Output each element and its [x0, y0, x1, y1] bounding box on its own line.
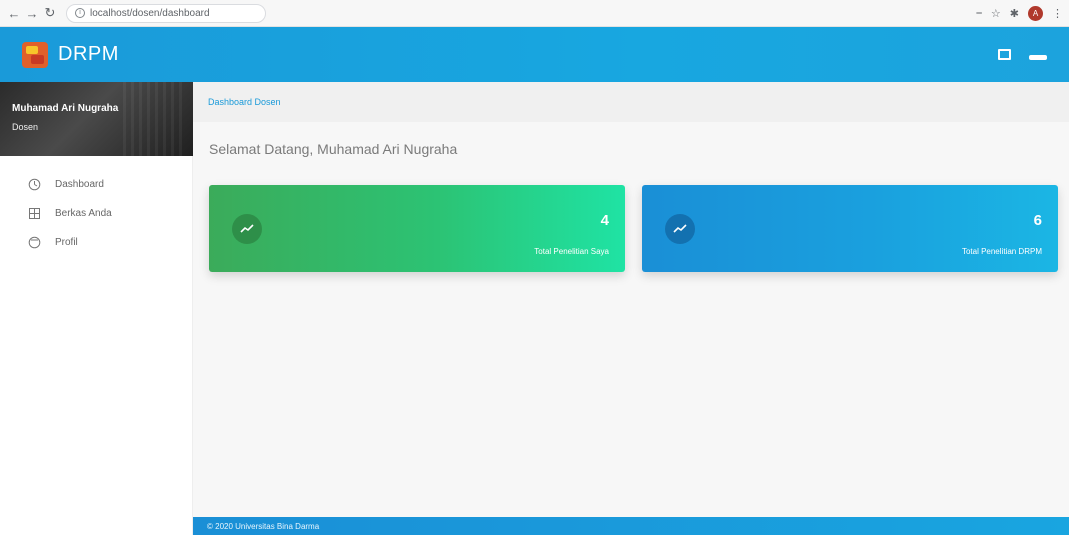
trending-icon	[232, 214, 262, 244]
stat-label: Total Penelitian DRPM	[961, 247, 1042, 256]
star-icon[interactable]: ☆	[991, 7, 1001, 20]
user-name: Muhamad Ari Nugraha	[12, 103, 119, 114]
breadcrumb-bar: Dashboard Dosen	[193, 82, 1069, 122]
stat-cards: 4 Total Penelitian Saya 6 Total Peneliti…	[209, 185, 1058, 272]
dashboard-icon	[27, 178, 41, 192]
sidebar-item-profil[interactable]: Profil	[0, 228, 192, 257]
stat-card-penelitian-drpm[interactable]: 6 Total Penelitian DRPM	[642, 185, 1058, 272]
sidebar-item-label: Berkas Anda	[55, 208, 112, 219]
address-bar[interactable]: i localhost/dosen/dashboard	[66, 3, 266, 23]
logo-icon	[22, 41, 48, 68]
main-content: Dashboard Dosen Selamat Datang, Muhamad …	[193, 82, 1069, 517]
breadcrumb[interactable]: Dashboard Dosen	[208, 97, 281, 107]
user-role: Dosen	[12, 122, 39, 132]
brand-title[interactable]: DRPM	[58, 43, 119, 66]
copyright-text: © 2020 Universitas Bina Darma	[207, 521, 320, 531]
trending-icon	[665, 214, 695, 244]
extension-icon[interactable]: ✱	[1010, 7, 1019, 20]
sidebar: Muhamad Ari Nugraha Dosen Dashboard Berk…	[0, 82, 193, 535]
key-icon[interactable]: ⎯	[976, 7, 982, 20]
profile-avatar[interactable]: A	[1028, 5, 1043, 21]
header-actions	[998, 49, 1047, 60]
stat-label: Total Penelitian Saya	[534, 247, 609, 256]
more-vert-icon[interactable]: ⋮	[1052, 7, 1063, 20]
stat-value: 4	[600, 212, 609, 229]
stat-value: 6	[1033, 212, 1042, 229]
address-bar-url: localhost/dosen/dashboard	[90, 7, 210, 19]
sidebar-item-label: Dashboard	[55, 179, 104, 190]
app-header: DRPM	[0, 27, 1069, 82]
sidebar-item-dashboard[interactable]: Dashboard	[0, 170, 192, 199]
info-icon[interactable]: i	[75, 8, 85, 18]
browser-toolbar: ← → ↻ i localhost/dosen/dashboard ⎯ ☆ ✱ …	[0, 0, 1069, 27]
footer: © 2020 Universitas Bina Darma	[193, 517, 1069, 535]
grid-icon	[27, 207, 41, 221]
sidebar-item-berkas-anda[interactable]: Berkas Anda	[0, 199, 192, 228]
sidebar-item-label: Profil	[55, 237, 78, 248]
sidebar-menu: Dashboard Berkas Anda Profil	[0, 156, 192, 257]
stat-card-penelitian-saya[interactable]: 4 Total Penelitian Saya	[209, 185, 625, 272]
back-icon[interactable]: ←	[6, 5, 22, 21]
browser-actions: ⎯ ☆ ✱ A ⋮	[976, 5, 1063, 21]
reload-icon[interactable]: ↻	[42, 5, 58, 21]
forward-icon[interactable]: →	[24, 5, 40, 21]
user-panel: Muhamad Ari Nugraha Dosen	[0, 82, 193, 156]
fullscreen-icon[interactable]	[998, 49, 1011, 60]
page-title: Selamat Datang, Muhamad Ari Nugraha	[209, 141, 458, 157]
settings-toggle-icon[interactable]	[1029, 55, 1047, 60]
user-circle-icon	[27, 236, 41, 250]
